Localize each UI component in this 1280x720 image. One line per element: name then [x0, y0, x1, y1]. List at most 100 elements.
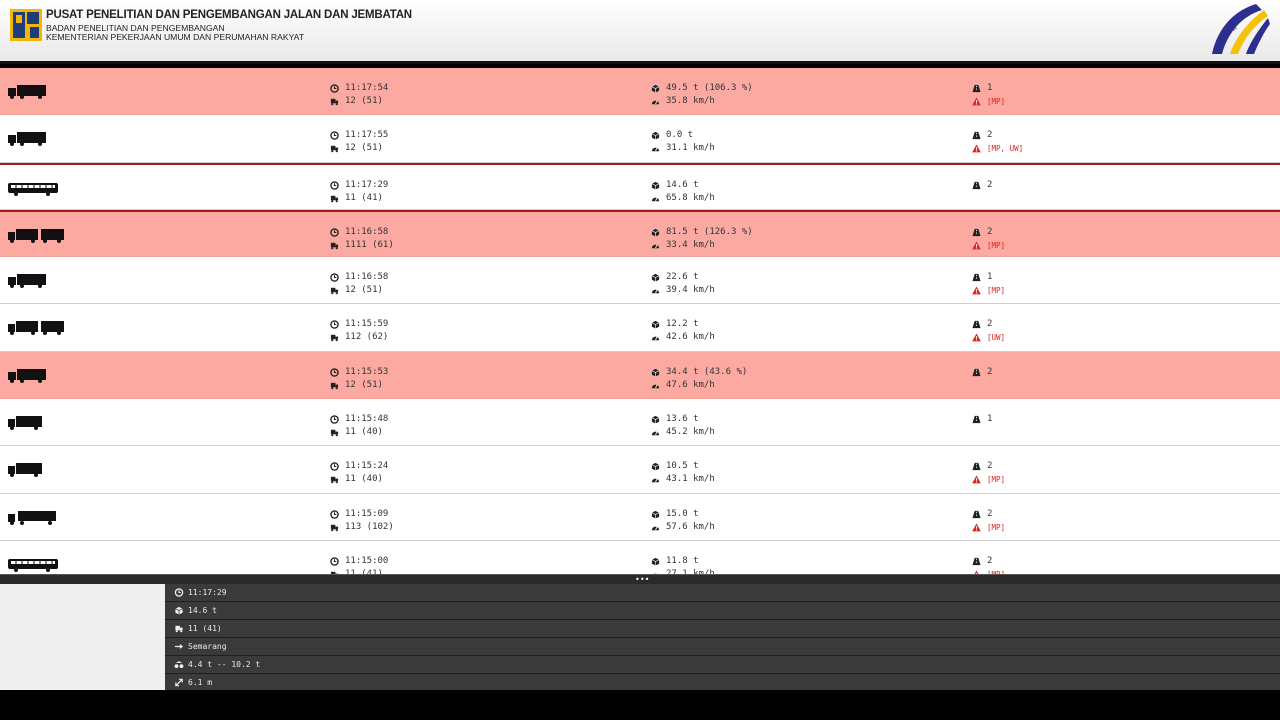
row-class-line: 113 (102)	[329, 521, 394, 534]
row-lane-line: 2	[971, 555, 1005, 568]
time-class-cell: 11:15:53 12 (51)	[329, 366, 388, 392]
row-class-line: 11 (41)	[329, 192, 388, 205]
row-class-line: 11 (40)	[329, 473, 388, 486]
clock-icon	[330, 84, 339, 93]
vehicle-row[interactable]: 11:15:59 112 (62) 12.2 t 42.6 km/h 2 [UW]	[0, 304, 1280, 352]
row-lane-line: 2	[971, 226, 1005, 239]
vehicle-row[interactable]: 11:17:29 11 (41) 14.6 t 65.8 km/h 2	[0, 162, 1280, 210]
lane-warning-cell: 2 [UW]	[971, 318, 1005, 344]
arrow-right-icon	[174, 644, 184, 649]
app-header: PUSAT PENELITIAN DAN PENGEMBANGAN JALAN …	[0, 0, 1280, 64]
row-time: 11:16:58	[345, 226, 389, 237]
row-class: 11 (41)	[345, 192, 383, 203]
weight-speed-cell: 11.8 t 27.1 km/h	[650, 555, 715, 574]
vehicle-row[interactable]: 11:15:0011 (41) 11.8 t27.1 km/h 2[MP]	[0, 540, 1280, 574]
row-class: 112 (62)	[345, 332, 389, 343]
clock-icon	[330, 131, 339, 141]
weight-speed-cell: 0.0 t 31.1 km/h	[650, 129, 715, 155]
vehicle-row[interactable]: 11:16:58 12 (51) 22.6 t 39.4 km/h 1 [MP]	[0, 257, 1280, 305]
weight-speed-cell: 13.6 t 45.2 km/h	[650, 413, 715, 439]
row-weight: 22.6 t	[666, 272, 699, 283]
detail-time-row: 11:17:29	[165, 584, 1280, 602]
road-icon	[972, 463, 981, 471]
lane-warning-cell: 1 [MP]	[971, 271, 1005, 297]
road-icon	[972, 181, 981, 189]
row-warning: [MP, UW]	[987, 144, 1024, 154]
row-class-line: 12 (51)	[329, 284, 388, 297]
row-time-line: 11:15:59	[329, 318, 388, 331]
clock-icon	[330, 462, 339, 472]
weight-box-icon	[651, 557, 660, 566]
weight-box-icon	[651, 181, 660, 190]
row-speed: 47.6 km/h	[666, 379, 715, 390]
row-lane: 2	[987, 461, 993, 472]
weight-box-icon	[651, 321, 660, 330]
weight-box-icon	[651, 132, 660, 140]
row-weight-line: 22.6 t	[650, 271, 715, 284]
row-weight: 49.5 t (106.3 %)	[666, 83, 753, 93]
speedometer-icon	[651, 244, 660, 249]
row-lane-line: 2	[971, 366, 992, 379]
bottom-bar	[0, 690, 1280, 720]
row-lane-line: 2	[971, 318, 1005, 331]
speedometer-icon	[651, 100, 660, 105]
time-class-cell: 11:16:58 12 (51)	[329, 271, 388, 297]
row-lane: 2	[987, 366, 993, 377]
clock-icon	[174, 588, 184, 597]
row-lane-line: 2	[971, 508, 1005, 521]
detail-weight: 14.6 t	[188, 606, 217, 615]
row-weight-line: 0.0 t	[650, 129, 715, 142]
org-title-line3: KEMENTERIAN PEKERJAAN UMUM DAN PERUMAHAN…	[46, 32, 305, 43]
vehicle-row[interactable]: 11:15:24 11 (40) 10.5 t 43.1 km/h 2 [MP]	[0, 446, 1280, 494]
detail-direction: Semarang	[188, 642, 227, 651]
row-lane-line: 1	[971, 413, 992, 426]
row-weight-line: 11.8 t	[650, 555, 715, 568]
row-lane: 2	[987, 508, 993, 519]
vehicle-list: 11:17:54 12 (51) 49.5 t (106.3 %) 35.8 km/h…	[0, 68, 1280, 574]
row-warning: [MP]	[987, 97, 1006, 106]
row-speed: 57.6 km/h	[666, 521, 715, 532]
weight-speed-cell: 49.5 t (106.3 %) 35.8 km/h	[650, 82, 753, 108]
row-lane: 2	[987, 226, 993, 237]
row-speed-line: 57.6 km/h	[650, 521, 715, 534]
lane-warning-cell: 2 [MP]	[971, 508, 1005, 534]
row-class: 12 (51)	[345, 96, 383, 106]
speedometer-icon	[651, 336, 660, 341]
row-speed: 43.1 km/h	[666, 474, 715, 485]
vehicle-row[interactable]: 11:15:09 113 (102) 15.0 t 57.6 km/h 2 [MP]	[0, 493, 1280, 541]
row-warning-line: [MP]	[971, 239, 1005, 252]
truck-icon	[330, 477, 339, 484]
row-class: 12 (51)	[345, 379, 383, 390]
truck-icon	[330, 287, 339, 295]
vehicle-row[interactable]: 11:17:54 12 (51) 49.5 t (106.3 %) 35.8 km/h…	[0, 68, 1280, 116]
weight-speed-cell: 10.5 t 43.1 km/h	[650, 460, 715, 486]
row-speed: 31.1 km/h	[666, 143, 715, 154]
vehicle-row[interactable]: 11:16:58 1111 (61) 81.5 t (126.3 %) 33.4 km…	[0, 209, 1280, 258]
row-time: 11:17:55	[345, 130, 389, 141]
warning-icon	[972, 241, 981, 250]
row-speed-line: 65.8 km/h	[650, 192, 715, 205]
clock-icon	[330, 415, 339, 424]
road-icon	[972, 274, 981, 282]
vehicle-row[interactable]: 11:15:48 11 (40) 13.6 t 45.2 km/h 1	[0, 399, 1280, 447]
panel-splitter[interactable]: •••	[0, 574, 1280, 584]
row-class: 12 (51)	[345, 285, 383, 296]
row-speed-line: 33.4 km/h	[650, 239, 753, 252]
row-weight: 15.0 t	[666, 508, 699, 519]
row-class-line: 112 (62)	[329, 331, 388, 344]
warning-icon	[972, 475, 981, 484]
road-icon	[972, 132, 981, 140]
small-truck-icon	[8, 415, 42, 434]
weight-box-icon	[175, 606, 183, 615]
clock-icon	[330, 180, 339, 190]
vehicle-row[interactable]: 11:15:53 12 (51) 34.4 t (43.6 %) 47.6 km/h 2	[0, 351, 1280, 400]
row-warning: [MP]	[987, 286, 1006, 296]
vehicle-row[interactable]: 11:17:55 12 (51) 0.0 t 31.1 km/h 2 [MP, UW]	[0, 115, 1280, 163]
speedometer-icon	[651, 196, 660, 201]
row-time-line: 11:15:00	[329, 555, 388, 568]
weight-box-icon	[651, 463, 660, 471]
truck-icon	[8, 273, 46, 292]
warning-icon	[972, 333, 981, 342]
truck-icon	[8, 368, 46, 387]
splitter-grip-icon[interactable]: •••	[635, 576, 649, 584]
